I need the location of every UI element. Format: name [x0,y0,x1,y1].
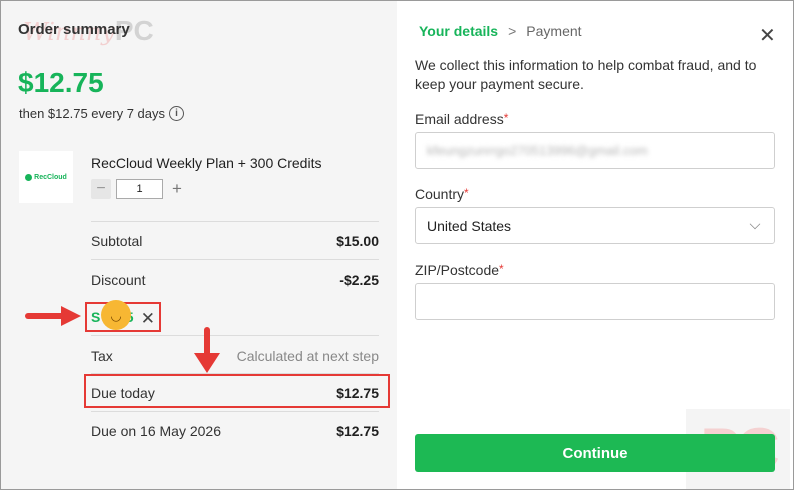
breadcrumb-separator: > [508,23,517,39]
subtotal-row: Subtotal $15.00 [91,233,379,249]
subtotal-value: $15.00 [336,233,379,249]
required-mark: * [464,186,469,200]
continue-button[interactable]: Continue [415,434,775,472]
country-label-text: Country [415,186,465,202]
country-label: Country* [415,186,469,202]
zip-label-text: ZIP/Postcode [415,262,500,278]
tax-row: Tax Calculated at next step [91,348,379,364]
tax-value: Calculated at next step [236,348,379,364]
email-field[interactable]: kfeungzunrrgo270513996@gmail.com [415,132,775,169]
divider [91,335,379,336]
order-summary-title: Order summary [18,21,130,38]
quantity-decrease-button[interactable]: − [91,179,111,199]
product-logo: RecCloud [19,151,73,203]
tax-label: Tax [91,348,113,364]
due-on-row: Due on 16 May 2026 $12.75 [91,423,379,439]
coupon-prefix: S [91,309,102,325]
breadcrumb-payment: Payment [526,23,582,39]
annotation-arrow-down-icon [194,327,220,373]
country-value: United States [427,217,512,234]
info-icon[interactable]: i [169,106,184,121]
email-label-text: Email address [415,111,504,127]
zip-label: ZIP/Postcode* [415,262,504,278]
due-today-highlight [84,374,390,408]
subtotal-label: Subtotal [91,233,143,249]
order-summary-pane: WinnnyPC Order summary $12.75 then $12.7… [1,1,397,489]
reccloud-logo-icon [25,173,33,181]
country-select[interactable]: United States [415,207,775,244]
divider [91,221,379,222]
smiley-emoji-icon: ◡ [101,300,131,330]
product-name: RecCloud Weekly Plan + 300 Credits [91,155,322,171]
divider [91,259,379,260]
breadcrumb-your-details[interactable]: Your details [419,23,498,39]
annotation-arrow-right-icon [25,306,81,326]
price-recurrence-text: then $12.75 every 7 days [19,106,165,121]
details-pane: Your details > Payment ✕ We collect this… [397,1,793,489]
quantity-input[interactable]: 1 [116,179,163,199]
discount-label: Discount [91,272,146,288]
price-recurrence: then $12.75 every 7 days i [19,106,184,121]
logo-text: RecCloud [34,173,67,181]
required-mark: * [503,111,509,125]
chevron-down-icon [749,218,761,230]
remove-coupon-icon[interactable]: ✕ [141,309,155,329]
email-label: Email address* [415,111,508,127]
close-icon[interactable]: ✕ [759,23,776,48]
zip-field[interactable] [415,283,775,320]
discount-value: -$2.25 [339,272,379,288]
due-on-value: $12.75 [336,423,379,439]
email-value: kfeungzunrrgo270513996@gmail.com [427,143,648,158]
discount-row: Discount -$2.25 [91,272,379,288]
total-price: $12.75 [18,67,104,98]
required-mark: * [499,262,504,276]
quantity-increase-button[interactable]: + [167,179,187,199]
breadcrumb: Your details > Payment [419,23,582,39]
due-on-label: Due on 16 May 2026 [91,423,221,439]
description-text: We collect this information to help comb… [415,57,757,92]
divider [91,411,379,412]
